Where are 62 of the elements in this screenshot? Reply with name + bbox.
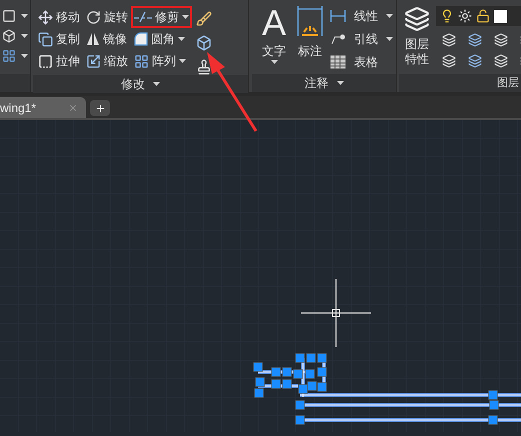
caret-icon: [270, 60, 278, 64]
panel-title-bar[interactable]: 图层: [399, 74, 521, 92]
caret-icon: [336, 81, 344, 85]
caret-icon: [153, 82, 160, 86]
ribbon-tool-button[interactable]: 旋转: [83, 6, 131, 28]
sun-icon: [458, 9, 472, 23]
leader-icon: [330, 32, 346, 46]
large-letter-icon: A: [262, 4, 286, 42]
document-tab[interactable]: wing1*: [0, 97, 86, 118]
panel-title: 修改: [121, 76, 145, 93]
trim-icon: [134, 11, 152, 23]
array-icon: [134, 54, 149, 68]
layer-state-bar[interactable]: [436, 6, 521, 26]
scale-icon: [86, 54, 101, 68]
text-button[interactable]: A 文字: [258, 4, 290, 73]
brush-icon[interactable]: [196, 11, 212, 27]
ribbon-tool-button[interactable]: 镜像: [83, 28, 131, 50]
color-swatch: [494, 10, 507, 22]
annotation-tool-button[interactable]: 表格: [330, 50, 393, 73]
caret-icon: [21, 34, 28, 38]
ribbon-tool-button[interactable]: 圆角: [131, 28, 192, 50]
copy-icon: [38, 32, 53, 46]
layers-icon: [404, 6, 430, 32]
stamp-icon[interactable]: [196, 59, 212, 75]
panel-title: 注释: [304, 75, 328, 92]
lock-icon: [476, 9, 490, 23]
move-icon: [38, 10, 53, 24]
ribbon-tool-button[interactable]: 修剪: [131, 6, 192, 28]
ribbon-tool-button[interactable]: 拉伸: [35, 50, 83, 72]
layer-properties-button[interactable]: 图层特性: [404, 6, 430, 68]
annotation-tool-button[interactable]: 引线: [330, 27, 393, 50]
ribbon-tool-button[interactable]: 缩放: [83, 50, 131, 72]
rectangle-icon: [2, 9, 16, 23]
ribbon-tool-button[interactable]: 阵列: [131, 50, 192, 72]
dimension-icon: [296, 4, 324, 38]
panel-title: 图层: [497, 76, 519, 91]
layer-tool-icon[interactable]: [468, 33, 482, 47]
caret-icon: [21, 14, 28, 18]
new-tab-button[interactable]: [90, 100, 110, 116]
layer-tool-icon[interactable]: [468, 54, 482, 68]
rotate-icon: [86, 10, 101, 24]
stretch-icon: [38, 54, 53, 68]
ribbon-tool-button[interactable]: 复制: [35, 28, 83, 50]
annotation-tool-button[interactable]: 线性: [330, 4, 393, 27]
lightbulb-icon: [440, 9, 454, 23]
layer-tool-icon[interactable]: [494, 33, 508, 47]
layer-tool-icon[interactable]: [442, 33, 456, 47]
layer-tool-icon[interactable]: [494, 54, 508, 68]
caret-icon: [21, 54, 28, 58]
panel-title-bar[interactable]: 注释: [252, 74, 396, 92]
layer-tool-icon[interactable]: [442, 54, 456, 68]
plus-icon: [94, 102, 106, 114]
table-icon: [330, 54, 346, 68]
block-icon: [2, 29, 16, 43]
fillet-icon: [134, 32, 148, 46]
mirror-icon: [86, 32, 100, 46]
block-icon[interactable]: [196, 35, 212, 51]
dimension-button[interactable]: 标注: [294, 4, 326, 73]
linear-dimension-icon: [330, 10, 346, 22]
ribbon-tool-button[interactable]: 移动: [35, 6, 83, 28]
panel-title-bar[interactable]: 修改: [33, 75, 248, 93]
hatch-icon: [2, 49, 16, 63]
